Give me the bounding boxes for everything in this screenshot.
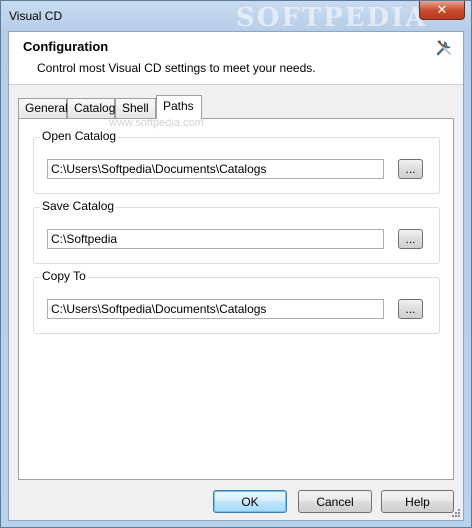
help-button[interactable]: Help [381,490,454,513]
close-button[interactable]: ✕ [419,1,465,20]
page-title: Configuration [23,39,109,54]
copy-to-path-input[interactable] [47,299,384,319]
close-icon: ✕ [436,2,448,17]
page-subtitle: Control most Visual CD settings to meet … [37,61,316,75]
window-title: Visual CD [9,9,63,23]
tab-catalog[interactable]: Catalog [67,98,115,118]
save-catalog-path-input[interactable] [47,229,384,249]
visual-cd-window: Visual CD SOFTPEDIA ✕ Configuration Cont… [0,0,472,528]
tab-shell[interactable]: Shell [115,98,156,118]
tab-general-label: General [25,101,68,115]
cancel-button[interactable]: Cancel [298,490,372,513]
save-catalog-group: Save Catalog ... [33,199,440,264]
dialog-header: Configuration Control most Visual CD set… [9,32,463,85]
open-catalog-path-input[interactable] [47,159,384,179]
open-catalog-group: Open Catalog ... [33,129,440,194]
tools-icon [436,40,452,56]
open-catalog-browse-button[interactable]: ... [398,159,423,179]
softpedia-watermark: SOFTPEDIA [236,3,428,33]
tab-general[interactable]: General [18,98,68,118]
paths-tab-panel: www.softpedia.com Open Catalog ... Save … [18,117,454,480]
title-bar[interactable]: Visual CD SOFTPEDIA ✕ [1,1,471,33]
copy-to-browse-button[interactable]: ... [398,299,423,319]
tab-shell-label: Shell [122,101,149,115]
tab-catalog-label: Catalog [74,101,116,115]
tab-paths-label: Paths [163,99,194,113]
ok-button[interactable]: OK [213,490,287,513]
dialog-footer: OK Cancel Help [9,480,463,520]
save-catalog-browse-button[interactable]: ... [398,229,423,249]
copy-to-group: Copy To ... [33,269,440,334]
dialog-client-area: Configuration Control most Visual CD set… [8,31,464,521]
open-catalog-label: Open Catalog [40,129,119,143]
save-catalog-label: Save Catalog [40,199,117,213]
copy-to-label: Copy To [40,269,88,283]
resize-grip-icon[interactable] [451,508,461,518]
tab-paths[interactable]: Paths [156,95,202,119]
